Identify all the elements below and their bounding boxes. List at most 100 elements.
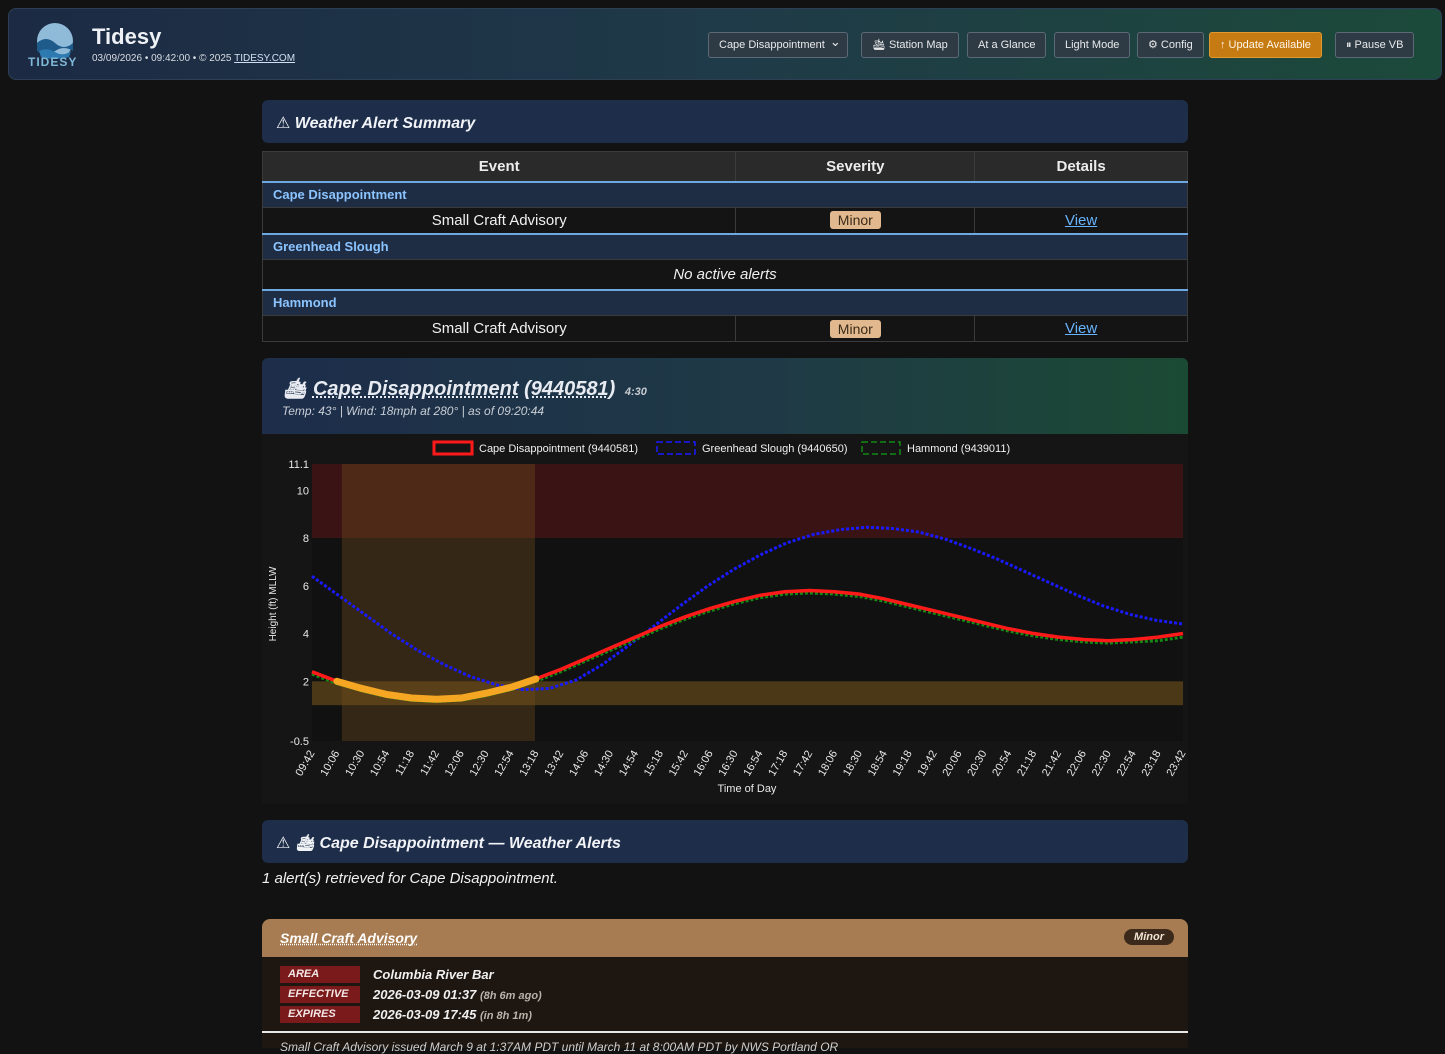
y-tick-label: 11.1: [288, 459, 309, 471]
severity-cell: Minor: [735, 315, 976, 342]
station-time: 4:30: [624, 386, 647, 398]
y-tick-label: 8: [303, 533, 309, 545]
x-tick-label: 13:42: [542, 749, 566, 779]
x-tick-label: 16:54: [741, 749, 765, 779]
station-conditions: Temp: 43° | Wind: 18mph at 280° | as of …: [282, 404, 545, 418]
alert-summary-table: Event Severity Details Cape Disappointme…: [261, 151, 1188, 342]
y-tick-label: -0.5: [290, 736, 309, 748]
x-tick-label: 15:42: [667, 749, 691, 779]
severity-cell: Minor: [735, 207, 976, 234]
x-tick-label: 12:54: [493, 749, 517, 779]
x-tick-label: 20:06: [940, 749, 964, 779]
x-tick-label: 10:06: [318, 749, 342, 779]
severity-badge: Minor: [829, 211, 881, 230]
effective-date: 2026-03-09 01:37: [373, 987, 477, 1002]
tide-chart-svg: -0.524681011.109:42 10:06 10:30 10:54 11:18 1…: [268, 440, 1189, 795]
expires-date: 2026-03-09 17:45: [373, 1007, 477, 1022]
config-button[interactable]: ⚙ Config: [1137, 32, 1204, 58]
station-name-link[interactable]: Cape Disappointment: [313, 378, 519, 400]
view-link[interactable]: View: [1065, 320, 1097, 337]
x-tick-label: 22:06: [1065, 749, 1089, 779]
alerts-count-text: 1 alert(s) retrieved for Cape Disappoint…: [262, 870, 558, 887]
legend-label: Greenhead Slough (9440650): [702, 443, 848, 455]
x-tick-label: 23:42: [1164, 749, 1188, 779]
alert-card-body: AREA Columbia River Bar EFFECTIVE 2026-0…: [262, 957, 1188, 1054]
alert-summary-header: ⚠ Weather Alert Summary: [262, 100, 1188, 143]
severity-badge: Minor: [829, 319, 881, 338]
x-tick-label: 21:18: [1015, 749, 1039, 779]
x-tick-label: 23:18: [1140, 749, 1164, 779]
station-map-button[interactable]: 🛳 Station Map: [861, 32, 959, 58]
column-header-event: Event: [261, 151, 737, 182]
station-id-link[interactable]: (9440581): [524, 378, 615, 400]
tide-chart: -0.5 2 4 6 8 10 11.1 09:42 10:06 10:30 10:54 11:18 1…: [262, 434, 1189, 804]
no-alerts-cell: No active alerts: [262, 259, 1188, 290]
station-select[interactable]: Cape Disappointment: [708, 30, 848, 58]
station-group-label: Cape Disappointment: [262, 180, 1188, 208]
expires-relative: (in 8h 1m): [479, 1010, 532, 1022]
x-tick-label: 12:30: [468, 749, 492, 779]
alert-summary-title: ⚠ Weather Alert Summary: [276, 115, 476, 132]
effective-relative: (8h 6m ago): [479, 990, 542, 1002]
view-link[interactable]: View: [1065, 212, 1097, 229]
x-tick-label: 20:30: [965, 749, 989, 779]
details-cell: View: [974, 315, 1188, 342]
y-axis-label: Height (ft) MLLW: [268, 566, 279, 641]
x-tick-label: 10:30: [343, 749, 367, 779]
x-tick-label: 18:06: [816, 749, 840, 779]
x-tick-label: 21:42: [1040, 749, 1064, 779]
alert-description: Small Craft Advisory issued March 9 at 1…: [280, 1040, 839, 1054]
alert-card-title[interactable]: Small Craft Advisory: [280, 930, 417, 946]
expires-label: EXPIRES: [280, 1006, 360, 1023]
ship-icon: 🛳: [282, 378, 308, 400]
x-tick-label: 22:30: [1090, 749, 1114, 779]
x-tick-label: 14:30: [592, 749, 616, 779]
update-available-button[interactable]: ↑ Update Available: [1209, 32, 1322, 58]
effective-label: EFFECTIVE: [280, 986, 360, 1003]
station-group-row: Greenhead Slough: [262, 232, 1188, 260]
station-title: 🛳 Cape Disappointment (9440581) 4:30: [282, 376, 647, 401]
column-header-severity: Severity: [735, 151, 976, 182]
details-cell: View: [974, 207, 1188, 234]
y-tick-label: 6: [303, 581, 309, 593]
legend-label: Cape Disappointment (9440581): [479, 443, 638, 455]
x-tick-label: 18:54: [866, 749, 890, 779]
pause-vb-button[interactable]: ⏸ Pause VB: [1335, 32, 1415, 58]
x-tick-label: 14:06: [567, 749, 591, 779]
x-tick-label: 22:54: [1115, 749, 1139, 779]
y-tick-label: 4: [303, 629, 309, 641]
station-header: 🛳 Cape Disappointment (9440581) 4:30 Tem…: [262, 358, 1188, 434]
x-tick-label: 16:06: [692, 749, 716, 779]
x-tick-label: 13:18: [517, 749, 541, 779]
area-value: Columbia River Bar: [373, 967, 494, 982]
x-tick-label: 19:42: [916, 749, 940, 779]
x-axis-label: Time of Day: [718, 783, 777, 795]
x-tick-label: 18:30: [841, 749, 865, 779]
x-tick-label: 16:30: [716, 749, 740, 779]
station-group-label: Hammond: [262, 288, 1188, 316]
x-tick-label: 19:18: [891, 749, 915, 779]
table-row: Small Craft Advisory Minor View: [261, 315, 1188, 342]
x-tick-label: 11:42: [418, 749, 442, 778]
station-group-row: Cape Disappointment: [262, 180, 1188, 208]
alert-severity-badge: Minor: [1124, 929, 1174, 945]
table-row: Small Craft Advisory Minor View: [261, 207, 1188, 234]
station-alerts-header: ⚠ 🛳 Cape Disappointment — Weather Alerts: [262, 820, 1188, 863]
alert-card-header: Small Craft Advisory Minor: [262, 919, 1188, 957]
x-tick-label: 11:18: [393, 749, 417, 778]
table-header-row: Event Severity Details: [261, 151, 1188, 182]
event-cell: Small Craft Advisory: [261, 315, 737, 342]
y-tick-label: 2: [303, 676, 309, 688]
x-tick-label: 14:54: [617, 749, 641, 779]
x-tick-label: 10:54: [368, 749, 392, 779]
table-row: No active alerts: [262, 259, 1188, 290]
at-a-glance-button[interactable]: At a Glance: [967, 32, 1047, 58]
column-header-details: Details: [974, 151, 1188, 182]
x-tick-label: 17:42: [791, 749, 815, 779]
legend-swatch: [656, 441, 696, 455]
tidesy-link[interactable]: TIDESY.COM: [234, 53, 295, 64]
light-mode-button[interactable]: Light Mode: [1054, 32, 1131, 58]
subtitle-datetime: 03/09/2026 • 09:42:00 • © 2025: [92, 53, 232, 64]
station-alerts-title: ⚠ 🛳 Cape Disappointment — Weather Alerts: [276, 835, 621, 852]
legend-swatch: [432, 440, 474, 456]
